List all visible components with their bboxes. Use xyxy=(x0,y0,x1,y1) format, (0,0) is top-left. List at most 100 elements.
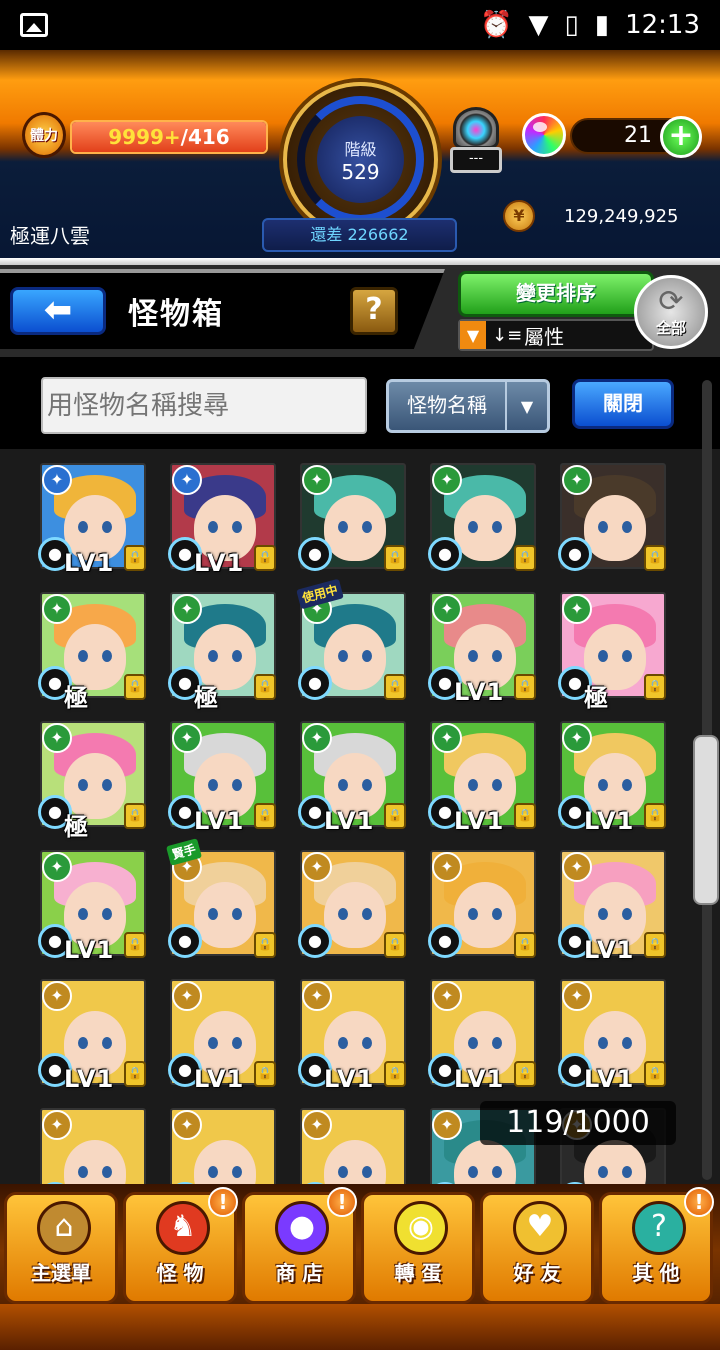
monster-level: LV1 xyxy=(64,549,115,577)
change-sort-button[interactable]: 變更排序 xyxy=(458,271,654,317)
monster-level: 極 xyxy=(584,684,609,712)
lock-icon: 🔒 xyxy=(384,932,406,958)
element-icon: ✦ xyxy=(302,981,332,1011)
monster-card[interactable]: ✦ ● 🔒 xyxy=(298,848,408,966)
egg-device-icon[interactable]: --- xyxy=(447,107,505,173)
element-icon: ✦ xyxy=(42,852,72,882)
scrollbar-thumb[interactable] xyxy=(693,735,719,905)
nav-button[interactable]: ● 商 店 ! xyxy=(242,1187,357,1304)
monster-eye xyxy=(78,779,88,791)
nav-button[interactable]: ? 其 他 ! xyxy=(599,1187,714,1304)
stamina-bar: 9999+/416 xyxy=(70,120,268,154)
monster-search-input[interactable] xyxy=(41,377,367,434)
monster-level: LV1 xyxy=(584,807,635,835)
monster-card[interactable]: ✦ ● 極 🔒 xyxy=(168,590,278,712)
page-header: ⬅ 怪物箱 ? 變更排序 ▼ ↓≡ 屬性 ⟳ 全部 xyxy=(0,265,720,357)
monster-eye xyxy=(362,779,372,791)
filter-sort-row[interactable]: ▼ ↓≡ 屬性 xyxy=(458,319,654,351)
nav-button[interactable]: ♥ 好 友 xyxy=(480,1192,594,1304)
monster-eye xyxy=(338,1166,348,1178)
monster-eye xyxy=(468,1166,478,1178)
monster-face xyxy=(324,624,386,690)
help-button[interactable]: ? xyxy=(350,287,398,335)
stamina-max: /416 xyxy=(180,125,230,149)
monster-card[interactable]: ✦ ● LV1 🔒 xyxy=(38,848,148,966)
monster-card[interactable]: ✦ ● 🔒 xyxy=(428,848,538,966)
nav-button[interactable]: ◉ 轉 蛋 xyxy=(361,1192,475,1304)
monster-card[interactable]: ✦ ● LV1 🔒 xyxy=(428,719,538,837)
monster-card[interactable]: ✦ ● 🔒 xyxy=(558,461,668,579)
show-all-label: 全部 xyxy=(655,318,686,337)
nav-button[interactable]: ⌂ 主選單 xyxy=(4,1192,118,1304)
monster-card[interactable]: ✦ ● LV1 🔒 xyxy=(428,590,538,708)
monster-eye xyxy=(468,1037,478,1049)
nav-button[interactable]: ♞ 怪 物 ! xyxy=(123,1187,238,1304)
rank-exp-remaining: 還差 226662 xyxy=(262,218,457,252)
monster-eye xyxy=(338,779,348,791)
monster-card[interactable]: ✦ ● 極 🔒 xyxy=(558,590,668,712)
monster-card[interactable]: ✦ ● 極 🔒 xyxy=(38,590,148,712)
monster-eye xyxy=(598,779,608,791)
monster-card[interactable]: ✦ ● LV1 🔒 xyxy=(168,719,278,837)
monster-card[interactable]: ✦ ● 🔒 使用中 xyxy=(296,578,408,708)
close-search-button[interactable]: 關閉 xyxy=(572,379,674,429)
monster-eye xyxy=(232,521,242,533)
monster-card[interactable]: ✦ ● 🔒 xyxy=(428,461,538,579)
ball-icon: ● xyxy=(428,537,462,571)
nav-label: 主選單 xyxy=(31,1261,91,1285)
monster-level: LV1 xyxy=(64,936,115,964)
show-all-button[interactable]: ⟳ 全部 xyxy=(634,275,708,349)
monster-card[interactable]: ✦ ● 🔒 xyxy=(298,1106,408,1184)
monster-card[interactable]: ✦ ● LV1 🔒 xyxy=(38,977,148,1095)
monster-eye xyxy=(78,908,88,920)
monster-level: LV1 xyxy=(584,1065,635,1093)
stamina-meter[interactable]: 體力 9999+/416 xyxy=(22,112,268,158)
lock-icon: 🔒 xyxy=(514,674,536,700)
gold-coin-icon: ¥ xyxy=(503,200,535,232)
lock-icon: 🔒 xyxy=(514,1061,536,1087)
monster-card[interactable]: ✦ ● 極 🔒 xyxy=(38,719,148,841)
element-icon: ✦ xyxy=(432,594,462,624)
monster-card[interactable]: ✦ ● LV1 🔒 xyxy=(168,461,278,579)
monster-eye xyxy=(78,1166,88,1178)
monster-face xyxy=(454,882,516,948)
monster-eye xyxy=(622,908,632,920)
monster-level: LV1 xyxy=(324,1065,375,1093)
monster-card[interactable]: ✦ ● 🔒 賢手 xyxy=(165,838,278,966)
monster-eye xyxy=(622,1037,632,1049)
monster-eye xyxy=(468,908,478,920)
add-orb-button[interactable]: + xyxy=(660,116,702,158)
monster-level: 極 xyxy=(194,684,219,712)
element-icon: ✦ xyxy=(562,465,592,495)
monster-eye xyxy=(492,1166,502,1178)
monster-eye xyxy=(492,1037,502,1049)
monster-card[interactable]: ✦ ● LV1 🔒 xyxy=(428,977,538,1095)
monster-card[interactable]: ✦ ● 🔒 xyxy=(298,461,408,579)
monster-card[interactable]: ✦ ● LV1 🔒 xyxy=(38,461,148,579)
filter-funnel-icon[interactable]: ▼ xyxy=(460,321,486,349)
monster-card[interactable]: ✦ ● LV1 🔒 xyxy=(558,977,668,1095)
notification-badge: ! xyxy=(208,1187,238,1217)
back-button[interactable]: ⬅ xyxy=(10,287,106,335)
monster-card[interactable]: ✦ ● LV1 🔒 xyxy=(298,719,408,837)
monster-card[interactable]: ✦ ● LV1 🔒 xyxy=(168,977,278,1095)
monster-card[interactable]: ✦ ● LV1 🔒 xyxy=(298,977,408,1095)
monster-card[interactable]: ✦ ● 🔒 xyxy=(168,1106,278,1184)
gacha-egg-icon: ◉ xyxy=(394,1201,448,1255)
monster-card[interactable]: ✦ ● 🔒 xyxy=(38,1106,148,1184)
rank-value: 529 xyxy=(341,159,380,184)
monster-eye xyxy=(362,521,372,533)
lock-icon: 🔒 xyxy=(384,803,406,829)
search-mode-select[interactable]: 怪物名稱 ▼ xyxy=(386,379,550,433)
lock-icon: 🔒 xyxy=(644,803,666,829)
search-mode-value: 怪物名稱 xyxy=(389,382,507,430)
monster-level: 極 xyxy=(64,684,89,712)
monster-eye xyxy=(338,521,348,533)
monster-card[interactable]: ✦ ● LV1 🔒 xyxy=(558,719,668,837)
monster-eye xyxy=(338,1037,348,1049)
monster-eye xyxy=(362,908,372,920)
stamina-icon: 體力 xyxy=(22,112,66,158)
box-counter: 119/1000 xyxy=(480,1101,676,1145)
monster-card[interactable]: ✦ ● LV1 🔒 xyxy=(558,848,668,966)
monster-eye xyxy=(598,521,608,533)
